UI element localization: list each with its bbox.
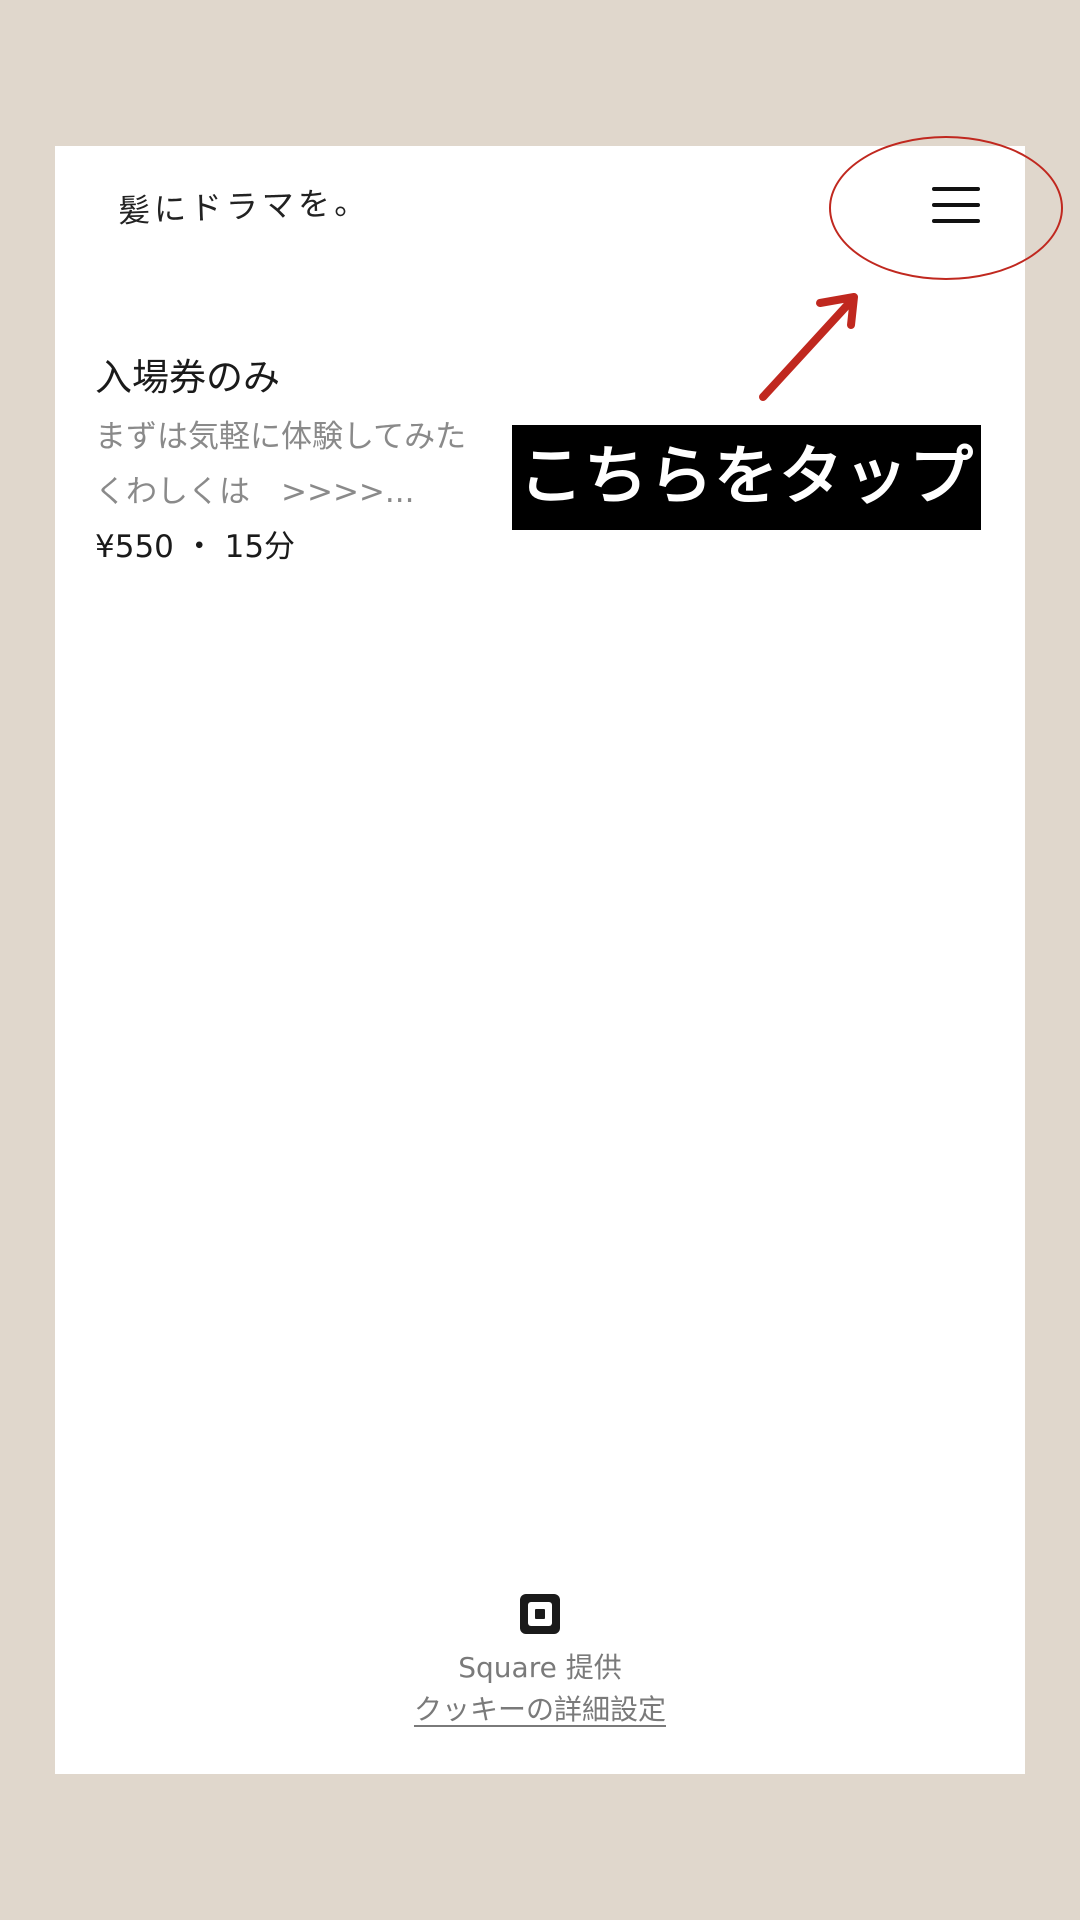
hamburger-menu-icon-bar-3 [932, 219, 980, 223]
square-logo-icon [520, 1594, 560, 1634]
footer: Square 提供 クッキーの詳細設定 [55, 1594, 1025, 1730]
service-description-line-1: まずは気軽に体験してみた [95, 419, 467, 455]
service-description-line-2: くわしくは >>>>... [95, 474, 415, 510]
hamburger-menu-icon [932, 187, 980, 191]
annotation-label: こちらをタップ [512, 425, 981, 530]
powered-by-text: Square 提供 [458, 1651, 622, 1684]
hamburger-menu-icon-bar-2 [932, 203, 980, 207]
hamburger-menu-button[interactable] [916, 172, 996, 242]
cookie-settings-link[interactable]: クッキーの詳細設定 [414, 1690, 666, 1730]
service-title: 入場券のみ [95, 356, 280, 399]
service-price-duration: ¥550 ・ 15分 [95, 529, 296, 565]
service-description: まずは気軽に体験してみた くわしくは >>>>... [95, 410, 515, 520]
service-item[interactable]: 入場券のみ まずは気軽に体験してみた くわしくは >>>>... ¥550 ・ … [95, 352, 515, 572]
site-logo[interactable]: 髪にドラマを。 [117, 177, 370, 232]
